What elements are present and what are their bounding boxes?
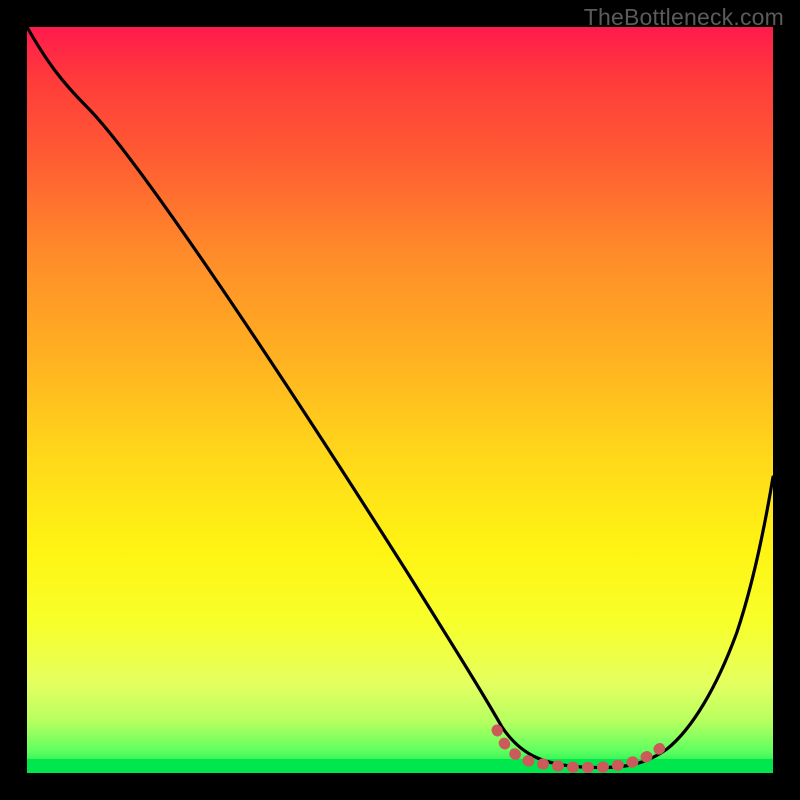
- bottleneck-curve-path: [27, 27, 773, 768]
- bottleneck-curve-svg: [27, 27, 773, 773]
- chart-stage: TheBottleneck.com: [0, 0, 800, 800]
- watermark-text: TheBottleneck.com: [584, 4, 784, 31]
